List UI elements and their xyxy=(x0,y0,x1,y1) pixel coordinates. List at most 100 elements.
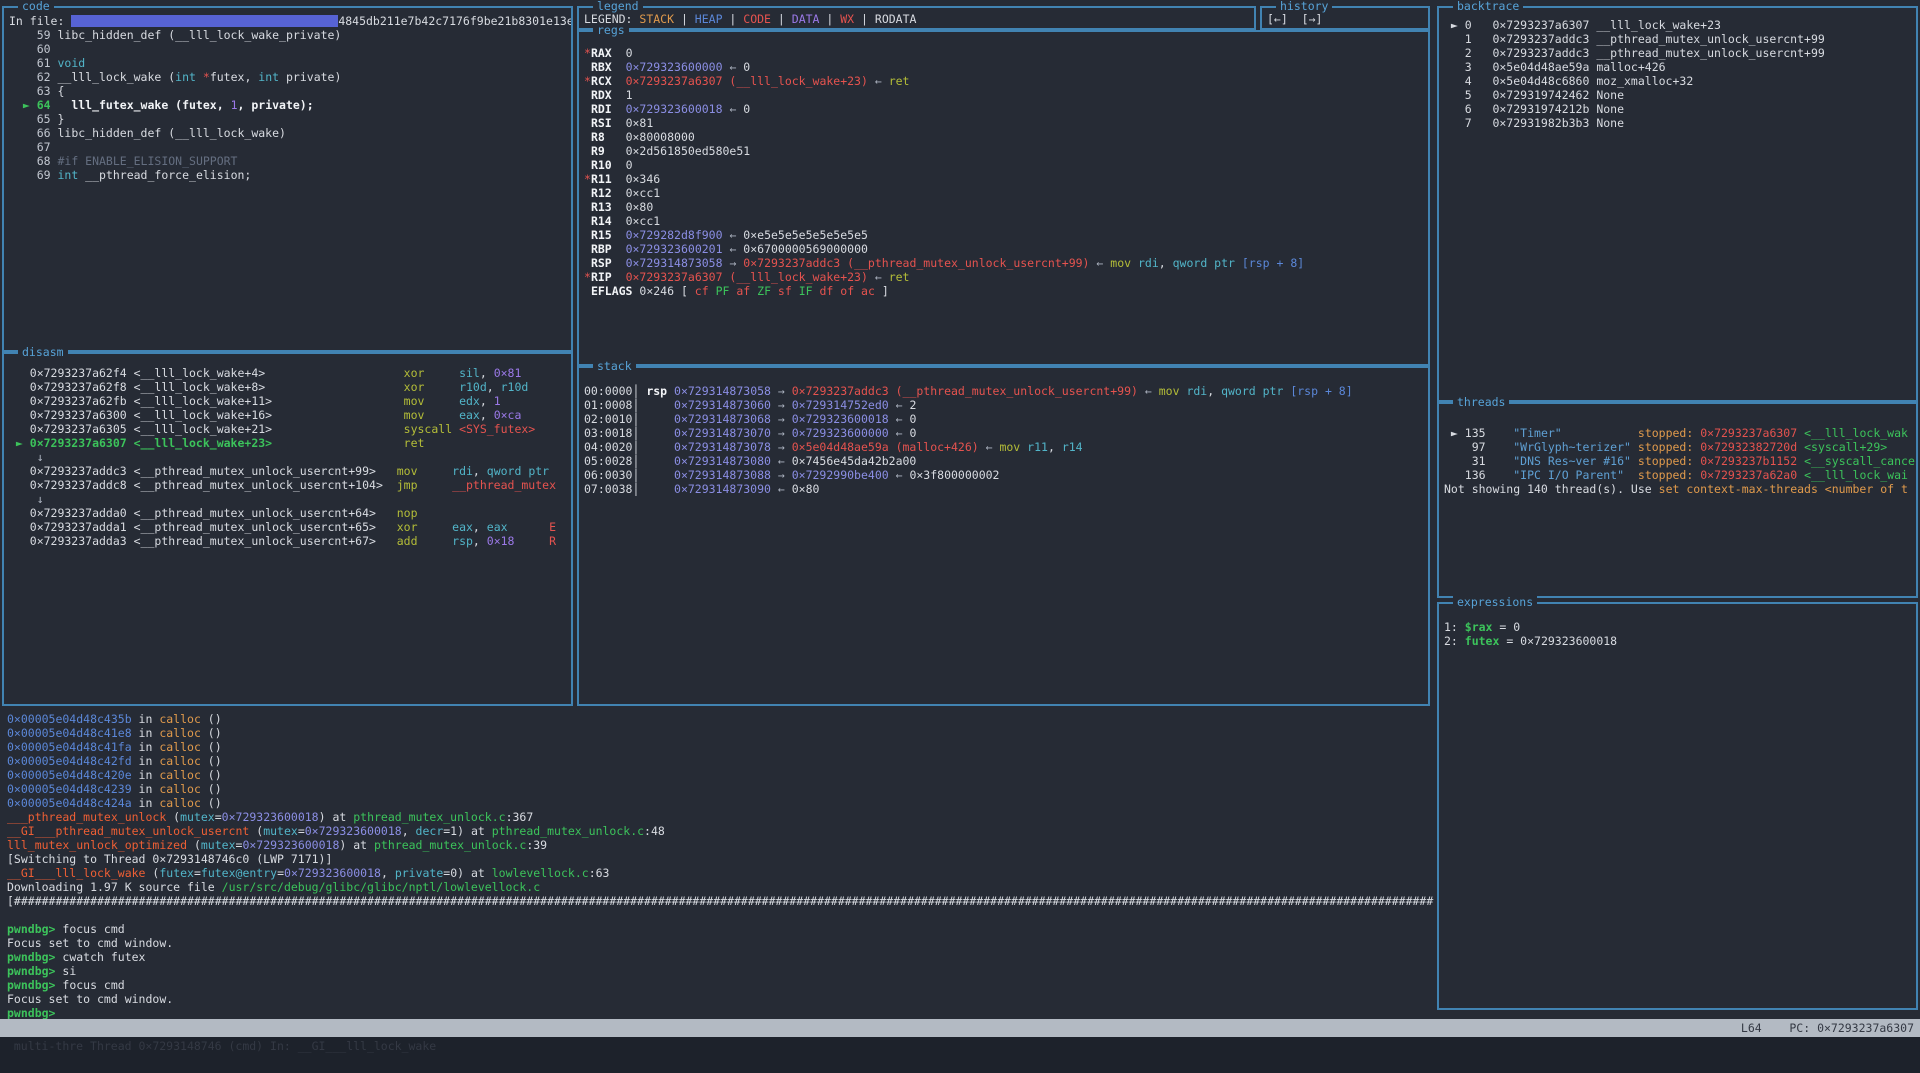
code-line: ► 64 lll_futex_wake (futex, 1, private); xyxy=(9,98,571,112)
history-panel: history[←] [→] xyxy=(1260,6,1430,30)
history-button-gap xyxy=(1288,12,1302,26)
terminal-line: Focus set to cmd window. xyxy=(7,992,1920,1006)
terminal-line: __GI___pthread_mutex_unlock_usercnt (mut… xyxy=(7,824,1920,838)
active-prompt-line[interactable]: pwndbg> xyxy=(7,1006,1920,1020)
stack-line: 04:0020│ 0×729314873078 → 0×5e04d48ae59a… xyxy=(584,440,1428,454)
disasm-line: 0×7293237a6305 <__lll_lock_wake+21> sysc… xyxy=(9,422,571,436)
terminal-line xyxy=(7,908,1920,922)
threads-panel-content: ► 135 "Timer" stopped: 0×7293237a6307 <_… xyxy=(1439,404,1916,596)
regs-panel: regs*RAX 0 RBX 0×729323600000 ← 0*RCX 0×… xyxy=(577,30,1430,366)
code-line: 59 libc_hidden_def (__lll_lock_wake_priv… xyxy=(9,28,571,42)
code-line: In file: 4845db211e7b42c7176f9be21b8301e… xyxy=(9,14,571,28)
regs-line: R12 0×cc1 xyxy=(584,186,1428,200)
history-back-button[interactable]: [←] xyxy=(1267,12,1288,26)
terminal-line: 0×00005e04d48c41fa in calloc () xyxy=(7,740,1920,754)
terminal-line: __GI___lll_lock_wake (futex=futex@entry=… xyxy=(7,866,1920,880)
stack-line: 02:0010│ 0×729314873068 → 0×729323600018… xyxy=(584,412,1428,426)
regs-line: R10 0 xyxy=(584,158,1428,172)
stack-line: 05:0028│ 0×729314873080 ← 0×7456e45da42b… xyxy=(584,454,1428,468)
regs-line: RSP 0×729314873058 → 0×7293237addc3 (__p… xyxy=(584,256,1428,270)
expressions-line: 1: $rax = 0 xyxy=(1444,620,1916,634)
terminal-line: 0×00005e04d48c435b in calloc () xyxy=(7,712,1920,726)
prompt-line: pwndbg> focus cmd xyxy=(7,978,1920,992)
code-line: 65 } xyxy=(9,112,571,126)
status-bar-pc-info: L64 PC: 0×7293237a6307 xyxy=(1741,1019,1914,1037)
code-line: 60 xyxy=(9,42,571,56)
disasm-line: ↓ xyxy=(9,450,571,464)
threads-line: 136 "IPC I/O Parent" stopped: 0×7293237a… xyxy=(1444,468,1916,482)
threads-line: Not showing 140 thread(s). Use set conte… xyxy=(1444,482,1916,496)
disasm-line: ↓ xyxy=(9,492,571,506)
status-bar-thread-info: multi-thre Thread 0×7293148746 (cmd) In:… xyxy=(14,1039,436,1053)
disasm-line: 0×7293237adda3 <__pthread_mutex_unlock_u… xyxy=(9,534,571,548)
stack-panel: stack00:0000│ rsp 0×729314873058 → 0×729… xyxy=(577,366,1430,706)
disasm-panel: disasm 0×7293237a62f4 <__lll_lock_wake+4… xyxy=(2,352,573,706)
terminal-line: [#######################################… xyxy=(7,894,1920,908)
stack-line: 01:0008│ 0×729314873060 → 0×729314752ed0… xyxy=(584,398,1428,412)
stack-line: 07:0038│ 0×729314873090 ← 0×80 xyxy=(584,482,1428,496)
stack-line: 06:0030│ 0×729314873088 → 0×7292990be400… xyxy=(584,468,1428,482)
code-line: 68 #if ENABLE_ELISION_SUPPORT xyxy=(9,154,571,168)
disasm-line: 0×7293237a62f8 <__lll_lock_wake+8> xor r… xyxy=(9,380,571,394)
disasm-panel-content: 0×7293237a62f4 <__lll_lock_wake+4> xor s… xyxy=(4,354,571,704)
code-line: 63 { xyxy=(9,84,571,98)
expressions-line: 2: futex = 0×729323600018 xyxy=(1444,634,1916,648)
stack-line: 03:0018│ 0×729314873070 → 0×729323600000… xyxy=(584,426,1428,440)
regs-line: R14 0×cc1 xyxy=(584,214,1428,228)
stack-line: 00:0000│ rsp 0×729314873058 → 0×7293237a… xyxy=(584,384,1428,398)
threads-line: 31 "DNS Res~ver #16" stopped: 0×7293237b… xyxy=(1444,454,1916,468)
terminal-line: lll_mutex_unlock_optimized (mutex=0×7293… xyxy=(7,838,1920,852)
regs-line: R8 0×80008000 xyxy=(584,130,1428,144)
stack-panel-content: 00:0000│ rsp 0×729314873058 → 0×7293237a… xyxy=(579,368,1428,704)
code-line: 66 libc_hidden_def (__lll_lock_wake) xyxy=(9,126,571,140)
regs-line: R13 0×80 xyxy=(584,200,1428,214)
code-line: 69 int __pthread_force_elision; xyxy=(9,168,571,182)
code-line: 67 xyxy=(9,140,571,154)
legend-line: LEGEND: STACK | HEAP | CODE | DATA | WX … xyxy=(584,12,1254,26)
download-progress-bar: [#######################################… xyxy=(7,894,1433,908)
disasm-line: 0×7293237adda1 <__pthread_mutex_unlock_u… xyxy=(9,520,571,534)
backtrace-line: 1 0×7293237addc3 __pthread_mutex_unlock_… xyxy=(1444,32,1916,46)
backtrace-line: 3 0×5e04d48ae59a malloc+426 xyxy=(1444,60,1916,74)
regs-line: R15 0×729282d8f900 ← 0×e5e5e5e5e5e5e5e5 xyxy=(584,228,1428,242)
terminal-line: 0×00005e04d48c420e in calloc () xyxy=(7,768,1920,782)
terminal-line: 0×00005e04d48c4239 in calloc () xyxy=(7,782,1920,796)
code-line: 62 __lll_lock_wake (int *futex, int priv… xyxy=(9,70,571,84)
threads-line: ► 135 "Timer" stopped: 0×7293237a6307 <_… xyxy=(1444,426,1916,440)
regs-line: *RIP 0×7293237a6307 (__lll_lock_wake+23)… xyxy=(584,270,1428,284)
regs-line: RBP 0×729323600201 ← 0×6700000569000000 xyxy=(584,242,1428,256)
regs-line: RDI 0×729323600018 ← 0 xyxy=(584,102,1428,116)
prompt-line: pwndbg> cwatch futex xyxy=(7,950,1920,964)
regs-line: RBX 0×729323600000 ← 0 xyxy=(584,60,1428,74)
history-forward-button[interactable]: [→] xyxy=(1302,12,1323,26)
legend-panel-content: LEGEND: STACK | HEAP | CODE | DATA | WX … xyxy=(579,8,1254,28)
threads-panel: threads ► 135 "Timer" stopped: 0×7293237… xyxy=(1437,402,1918,598)
regs-line: *R11 0×346 xyxy=(584,172,1428,186)
regs-line: *RCX 0×7293237a6307 (__lll_lock_wake+23)… xyxy=(584,74,1428,88)
regs-line: EFLAGS 0×246 [ cf PF af ZF sf IF df of a… xyxy=(584,284,1428,298)
regs-line: R9 0×2d561850ed580e51 xyxy=(584,144,1428,158)
disasm-line: 0×7293237a62f4 <__lll_lock_wake+4> xor s… xyxy=(9,366,571,380)
status-bar: multi-thre Thread 0×7293148746 (cmd) In:… xyxy=(0,1019,1920,1037)
terminal-line: 0×00005e04d48c424a in calloc () xyxy=(7,796,1920,810)
threads-line: 97 "WrGlyph~terizer" stopped: 0×72932382… xyxy=(1444,440,1916,454)
regs-panel-content: *RAX 0 RBX 0×729323600000 ← 0*RCX 0×7293… xyxy=(579,32,1428,364)
terminal-line: 0×00005e04d48c41e8 in calloc () xyxy=(7,726,1920,740)
backtrace-line: 7 0×72931982b3b3 None xyxy=(1444,116,1916,130)
disasm-line: ► 0×7293237a6307 <__lll_lock_wake+23> re… xyxy=(9,436,571,450)
backtrace-line: 5 0×729319742462 None xyxy=(1444,88,1916,102)
terminal-line: Focus set to cmd window. xyxy=(7,936,1920,950)
regs-line: *RAX 0 xyxy=(584,46,1428,60)
backtrace-line: 2 0×7293237addc3 __pthread_mutex_unlock_… xyxy=(1444,46,1916,60)
code-line: 61 void xyxy=(9,56,571,70)
backtrace-panel: backtrace ► 0 0×7293237a6307 __lll_lock_… xyxy=(1437,6,1918,402)
prompt-line: pwndbg> focus cmd xyxy=(7,922,1920,936)
disasm-line: 0×7293237adda0 <__pthread_mutex_unlock_u… xyxy=(9,506,571,520)
disasm-line: 0×7293237addc3 <__pthread_mutex_unlock_u… xyxy=(9,464,571,478)
backtrace-line: 6 0×72931974212b None xyxy=(1444,102,1916,116)
legend-panel: legendLEGEND: STACK | HEAP | CODE | DATA… xyxy=(577,6,1256,30)
terminal-line: 0×00005e04d48c42fd in calloc () xyxy=(7,754,1920,768)
redacted-file-path xyxy=(71,15,338,27)
gdb-terminal-output[interactable]: 0×00005e04d48c435b in calloc ()0×00005e0… xyxy=(0,706,1920,1020)
code-panel: codeIn file: 4845db211e7b42c7176f9be21b8… xyxy=(2,6,573,352)
